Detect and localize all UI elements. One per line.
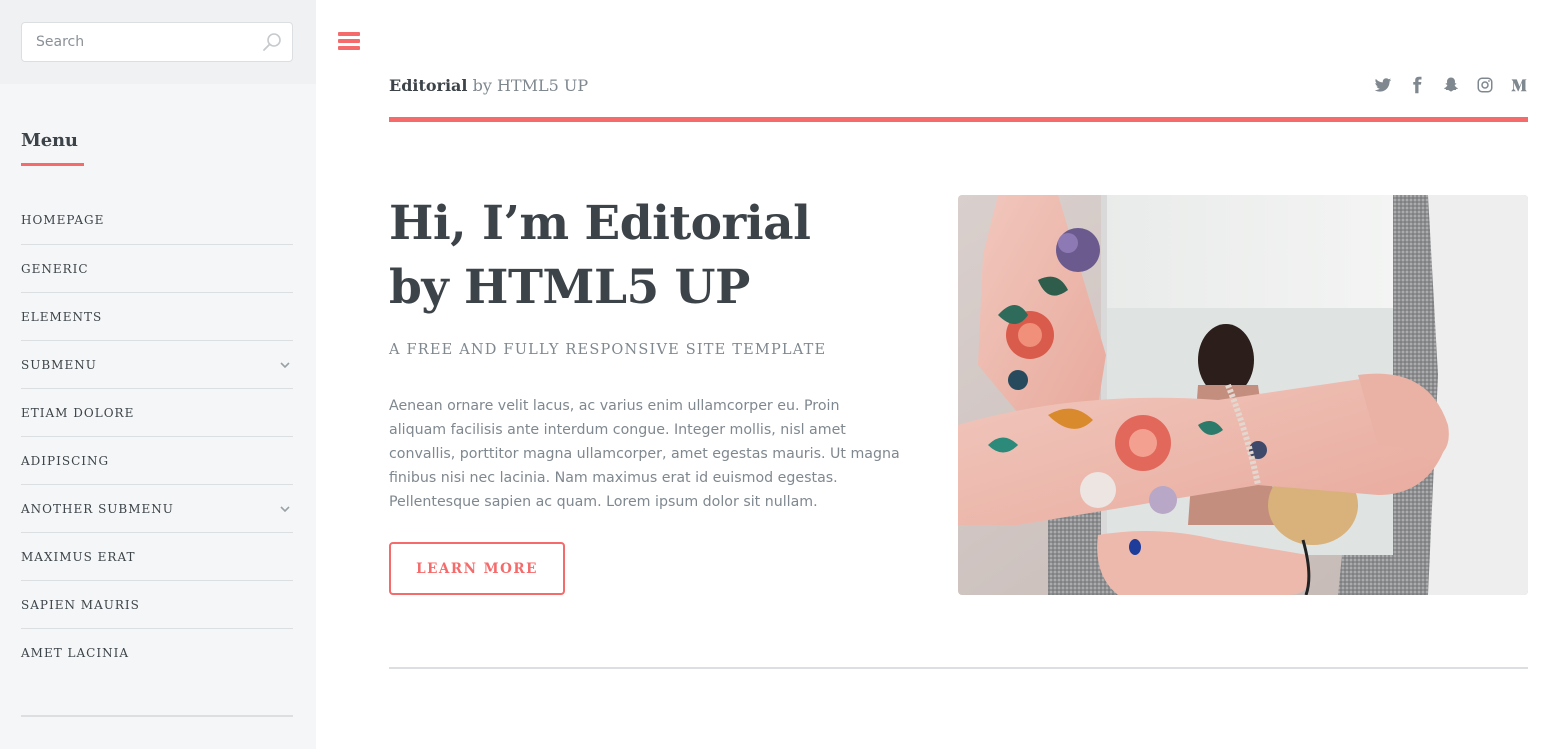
sidebar-item-etiam-dolore[interactable]: ETIAM DOLORE xyxy=(21,388,293,436)
sidebar-item-submenu[interactable]: SUBMENU xyxy=(21,340,293,388)
sidebar: Menu HOMEPAGE GENERIC ELEMENTS SUBMENU E… xyxy=(0,0,316,749)
learn-more-button[interactable]: LEARN MORE xyxy=(389,542,565,595)
search-icon[interactable] xyxy=(262,32,282,52)
sidebar-divider xyxy=(21,715,293,717)
sidebar-item-label: HOMEPAGE xyxy=(21,213,105,227)
search-box xyxy=(21,22,293,62)
menu-toggle-icon[interactable] xyxy=(338,30,360,52)
menu-title-underline xyxy=(21,163,84,166)
snapchat-icon[interactable] xyxy=(1442,76,1460,94)
sidebar-item-adipiscing[interactable]: ADIPISCING xyxy=(21,436,293,484)
instagram-icon[interactable] xyxy=(1476,76,1494,94)
search-input[interactable] xyxy=(22,23,258,61)
sidebar-item-homepage[interactable]: HOMEPAGE xyxy=(21,196,293,244)
hero-title-line1: Hi, I’m Editorial xyxy=(389,196,811,251)
sidebar-item-label: ELEMENTS xyxy=(21,309,103,324)
sidebar-item-generic[interactable]: GENERIC xyxy=(21,244,293,292)
hero-title-line2: by HTML5 UP xyxy=(389,260,750,315)
sidebar-item-label: ETIAM DOLORE xyxy=(21,405,135,420)
chevron-down-icon[interactable] xyxy=(279,359,291,371)
hero-body-text: Aenean ornare velit lacus, ac varius eni… xyxy=(389,398,900,510)
hero-photo-illustration xyxy=(958,195,1528,595)
sidebar-item-maximus-erat[interactable]: MAXIMUS ERAT xyxy=(21,532,293,580)
sidebar-menu: HOMEPAGE GENERIC ELEMENTS SUBMENU ETIAM … xyxy=(21,196,293,676)
sidebar-item-label: AMET LACINIA xyxy=(21,645,129,660)
logo-bold: Editorial xyxy=(389,76,468,95)
sidebar-item-label: ADIPISCING xyxy=(21,453,110,468)
sidebar-item-another-submenu[interactable]: ANOTHER SUBMENU xyxy=(21,484,293,532)
twitter-icon[interactable] xyxy=(1374,76,1392,94)
header-divider xyxy=(389,117,1528,122)
chevron-down-icon[interactable] xyxy=(279,503,291,515)
logo-rest: by HTML5 UP xyxy=(467,76,589,95)
hero-image xyxy=(958,195,1528,595)
search-section xyxy=(0,0,316,84)
site-logo[interactable]: Editorial by HTML5 UP xyxy=(389,76,588,95)
sidebar-item-amet-lacinia[interactable]: AMET LACINIA xyxy=(21,628,293,676)
section-divider xyxy=(389,667,1528,669)
facebook-icon[interactable] xyxy=(1408,76,1426,94)
sidebar-item-label: GENERIC xyxy=(21,261,89,276)
sidebar-item-label: SUBMENU xyxy=(21,357,97,372)
sidebar-item-label: SAPIEN MAURIS xyxy=(21,597,140,612)
sidebar-item-label: ANOTHER SUBMENU xyxy=(21,501,174,516)
sidebar-item-sapien-mauris[interactable]: SAPIEN MAURIS xyxy=(21,580,293,628)
sidebar-item-elements[interactable]: ELEMENTS xyxy=(21,292,293,340)
menu-title: Menu xyxy=(21,130,78,151)
hero-title: Hi, I’m Editorial by HTML5 UP xyxy=(389,192,949,320)
medium-icon[interactable] xyxy=(1510,76,1528,94)
hero-subtitle: A FREE AND FULLY RESPONSIVE SITE TEMPLAT… xyxy=(389,342,827,358)
social-icons xyxy=(1374,76,1528,94)
sidebar-item-label: MAXIMUS ERAT xyxy=(21,549,136,564)
